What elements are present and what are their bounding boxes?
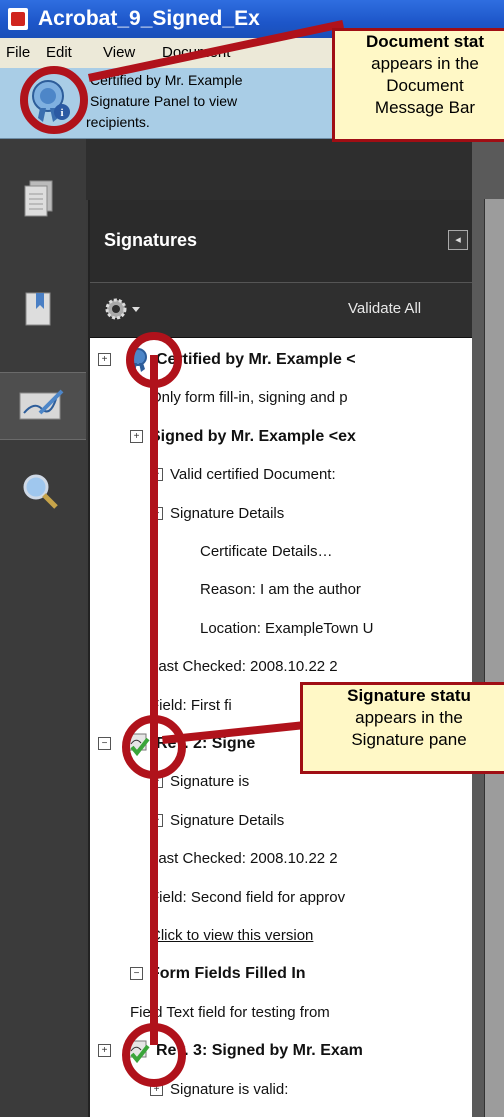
callout-line: appears in the: [371, 54, 479, 73]
menu-file[interactable]: File: [6, 44, 30, 61]
navigation-panel-strip: [0, 139, 86, 1117]
tree-row-label: Location: ExampleTown U: [200, 619, 374, 637]
callout-line: Document: [386, 76, 464, 95]
menu-edit[interactable]: Edit: [46, 44, 72, 61]
tree-row-label: Certificate Details…: [200, 543, 333, 560]
expand-toggle[interactable]: +: [98, 353, 111, 366]
signature-status-line: [150, 355, 158, 1045]
expand-toggle[interactable]: +: [98, 1044, 111, 1058]
tree-row-label: Valid certified Document:: [170, 466, 336, 484]
rev2-status-ring: [122, 715, 186, 779]
expand-toggle[interactable]: +: [130, 429, 143, 443]
view-version-link[interactable]: Click to view this version: [150, 918, 313, 954]
tree-row-label: Last Checked: 2008.10.22 2: [150, 850, 338, 868]
expand-toggle[interactable]: −: [98, 737, 111, 750]
search-button[interactable]: [0, 459, 86, 525]
tree-row-label: Signed by Mr. Example <ex: [150, 427, 356, 445]
signatures-toolbar: Validate All: [90, 283, 474, 338]
window-title: Acrobat_9_Signed_Ex: [38, 7, 260, 30]
callout-title: Signature statu: [347, 686, 471, 705]
document-area-edge: [472, 139, 504, 1117]
tree-row-label: Signature Details: [170, 811, 285, 829]
signature-pen-icon: [19, 389, 64, 420]
bookmarks-button[interactable]: [0, 279, 86, 345]
callout-line: Signature pane: [351, 730, 467, 749]
rev3-status-ring: [122, 1023, 186, 1087]
tree-row-label: Last Checked: 2008.10.22 2: [150, 658, 338, 676]
callout-line: appears in the: [355, 708, 463, 727]
signatures-button[interactable]: [0, 372, 86, 440]
callout-line: Message Bar: [374, 98, 476, 117]
panel-collapse-button[interactable]: ◂: [448, 230, 468, 250]
message-bar-text: Certified by Mr. Example Signature Panel…: [86, 70, 350, 133]
validate-all-button[interactable]: Validate All: [348, 300, 421, 317]
tree-row-label: Signature is: [170, 773, 250, 791]
message-line-2: Signature Panel to view: [90, 93, 238, 109]
pages-button[interactable]: [0, 169, 86, 235]
panel-top-gap: [86, 139, 472, 200]
magnifier-icon: [23, 474, 58, 509]
tree-row-label: Signature Details: [170, 504, 285, 522]
expand-toggle[interactable]: −: [130, 967, 143, 981]
message-line-3: recipients.: [86, 114, 150, 130]
pdf-icon: [8, 8, 28, 30]
bookmarks-icon: [25, 292, 51, 326]
pages-icon: [24, 180, 53, 217]
tree-row-label: Rev. 3: Signed by Mr. Exam: [156, 1042, 363, 1060]
tree-row-label: Signature is valid:: [170, 1080, 289, 1098]
document-status-callout: Document stat appears in the Document Me…: [332, 28, 504, 142]
signature-status-callout: Signature statu appears in the Signature…: [300, 682, 504, 774]
document-status-ring: [20, 66, 88, 134]
tree-row-label: Field: Second field for approv: [150, 888, 346, 906]
tree-row-label: Form Fields Filled In: [150, 965, 306, 983]
panel-title: Signatures: [104, 230, 198, 250]
tree-row-label: Reason: I am the author: [200, 581, 361, 599]
tree-row-label: Only form fill-in, signing and p: [150, 389, 348, 407]
options-gear-icon[interactable]: [102, 294, 142, 324]
certified-status-ring: [126, 332, 182, 388]
signatures-panel-header: Signatures ◂: [90, 200, 474, 283]
menu-view[interactable]: View: [103, 44, 135, 61]
scrollbar[interactable]: [484, 199, 504, 1117]
callout-title: Document stat: [365, 32, 485, 51]
tree-row-label: Certified by Mr. Example <: [156, 351, 356, 368]
